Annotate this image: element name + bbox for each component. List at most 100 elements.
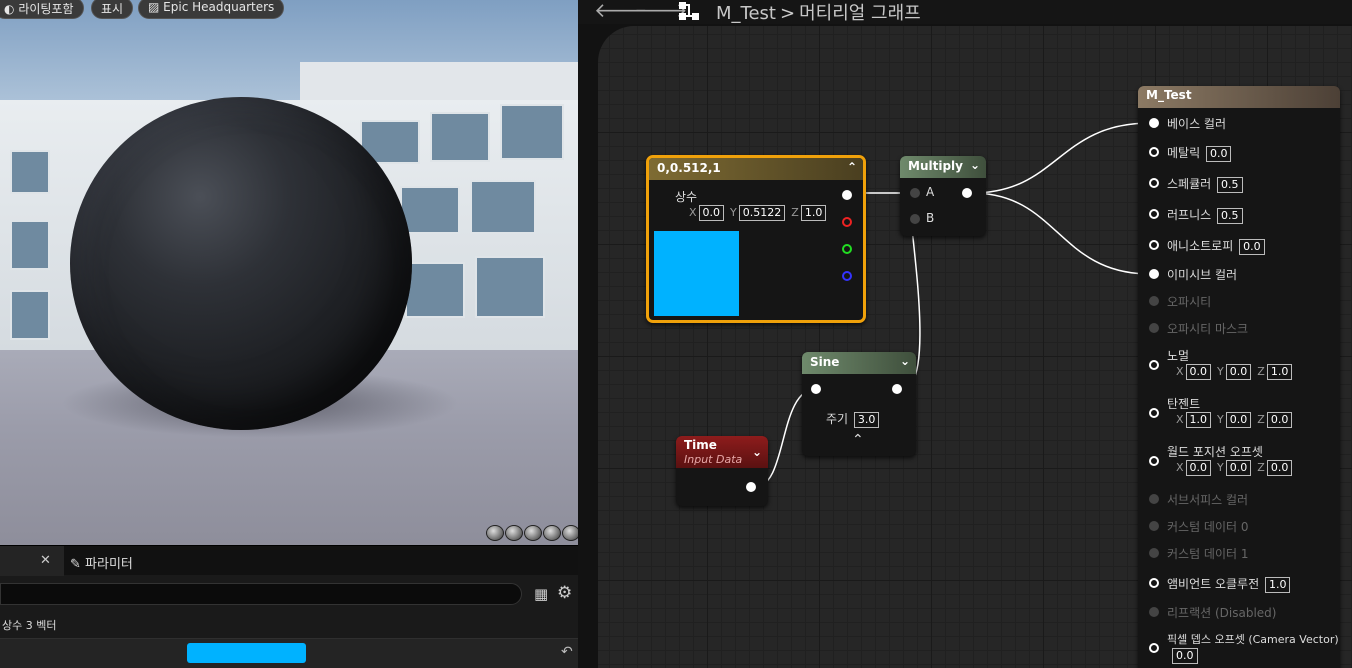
roughness-field[interactable]: 0.5 <box>1217 208 1243 224</box>
normal-y-field[interactable]: 0.0 <box>1225 364 1252 380</box>
metallic-field[interactable]: 0.0 <box>1205 146 1232 162</box>
editor-root: ◐ 라이팅포함 표시 ▨ Epic Headquarters ✕ ✎ 파라미터 … <box>0 0 1352 668</box>
pin-normal[interactable] <box>1149 360 1159 370</box>
preview-shape-toolbar <box>486 525 578 543</box>
pin-metallic[interactable] <box>1149 147 1159 157</box>
label-pixel-depth-offset: 픽셀 뎁스 오프셋 (Camera Vector) <box>1167 633 1339 646</box>
details-search-input[interactable] <box>0 583 522 605</box>
pin-base-color[interactable] <box>1149 118 1159 128</box>
output-pin-g[interactable] <box>842 244 852 254</box>
tangent-x-field[interactable]: 1.0 <box>1185 412 1212 428</box>
brush-icon: ✎ <box>70 557 81 572</box>
pin-specular[interactable] <box>1149 178 1159 188</box>
anisotropy-field[interactable]: 0.0 <box>1239 239 1265 255</box>
constant3vector-node[interactable]: 0,0.512,1 ⌃ 상수 X 0.0 Y 0.5122 Z 1.0 <box>646 155 866 323</box>
teapot-shape-icon[interactable] <box>562 525 578 541</box>
normal-x-field[interactable]: 0.0 <box>1185 364 1212 380</box>
label-anisotropy: 애니소트로피 <box>1167 239 1234 253</box>
label-emissive: 이미시브 컬러 <box>1167 268 1238 282</box>
row-specular: 스페큘러 0.5 <box>1167 175 1243 193</box>
wpo-y-field[interactable]: 0.0 <box>1225 460 1252 476</box>
sphere-shape-icon[interactable] <box>505 525 523 541</box>
pin-refraction[interactable] <box>1149 607 1159 617</box>
cube-shape-icon[interactable] <box>543 525 561 541</box>
details-tab[interactable]: ✕ <box>0 546 64 576</box>
pin-anisotropy[interactable] <box>1149 240 1159 250</box>
row-ao: 앰비언트 오클루전 1.0 <box>1167 575 1291 593</box>
lighting-button-label: 라이팅포함 <box>18 2 74 16</box>
pin-roughness[interactable] <box>1149 209 1159 219</box>
label-subsurface: 서브서피스 컬러 <box>1167 493 1249 507</box>
output-pin-rgb[interactable] <box>842 190 852 200</box>
pin-subsurface[interactable] <box>1149 494 1159 504</box>
breadcrumb: M_Test > 머티리얼 그래프 <box>716 0 921 25</box>
multiply-node[interactable]: Multiply ⌄ A B <box>900 156 986 236</box>
ao-field[interactable]: 1.0 <box>1264 577 1291 593</box>
output-pin[interactable] <box>746 482 756 492</box>
node-header: Sine ⌄ <box>802 352 916 374</box>
pin-ambient-occlusion[interactable] <box>1149 578 1159 588</box>
material-result-node[interactable]: M_Test 베이스 컬러 메탈릭 0.0 스페큘러 0.5 러프니스 0.5 … <box>1138 86 1340 668</box>
input-pin-b[interactable] <box>910 214 920 224</box>
pin-opacity-mask[interactable] <box>1149 323 1159 333</box>
pin-world-position-offset[interactable] <box>1149 456 1159 466</box>
chevron-up-icon[interactable]: ⌃ <box>852 432 864 448</box>
gear-icon[interactable]: ⚙ <box>557 583 572 603</box>
tangent-z-field[interactable]: 0.0 <box>1266 412 1293 428</box>
table-view-icon[interactable]: ▦ <box>534 585 548 603</box>
cylinder-shape-icon[interactable] <box>486 525 504 541</box>
chevron-down-icon[interactable]: ⌄ <box>900 354 910 368</box>
chevron-up-icon[interactable]: ⌃ <box>847 160 857 174</box>
details-tab-bar: ✕ ✎ 파라미터 <box>0 545 578 576</box>
details-panel: ✕ ✎ 파라미터 ▦ ⚙ 상수 3 벡터 ↶ <box>0 545 578 668</box>
pin-custom1[interactable] <box>1149 548 1159 558</box>
color-swatch[interactable] <box>187 643 306 663</box>
input-pin-a[interactable] <box>910 188 920 198</box>
label-ao: 앰비언트 오클루전 <box>1167 577 1260 591</box>
lighting-button[interactable]: ◐ 라이팅포함 <box>0 0 84 19</box>
wpo-x-field[interactable]: 0.0 <box>1185 460 1212 476</box>
close-icon[interactable]: ✕ <box>40 553 51 568</box>
pin-tangent[interactable] <box>1149 408 1159 418</box>
time-node[interactable]: Time Input Data ⌄ <box>676 436 768 506</box>
chevron-down-icon[interactable]: ⌄ <box>970 158 980 172</box>
const-values: X 0.0 Y 0.5122 Z 1.0 <box>683 205 827 221</box>
row-anisotropy: 애니소트로피 0.0 <box>1167 237 1265 255</box>
specular-field[interactable]: 0.5 <box>1217 177 1243 193</box>
y-value-field[interactable]: 0.5122 <box>738 205 786 221</box>
pdo-field[interactable]: 0.0 <box>1172 648 1198 664</box>
row-roughness: 러프니스 0.5 <box>1167 206 1243 224</box>
input-pin[interactable] <box>811 384 821 394</box>
output-pin[interactable] <box>892 384 902 394</box>
chevron-down-icon[interactable]: ⌄ <box>752 445 762 459</box>
tangent-y-field[interactable]: 0.0 <box>1225 412 1252 428</box>
pin-opacity[interactable] <box>1149 296 1159 306</box>
period-row: 주기 3.0 <box>826 410 880 428</box>
period-field[interactable]: 3.0 <box>853 412 880 428</box>
breadcrumb-current: 머티리얼 그래프 <box>799 3 921 24</box>
environment-button-label: Epic Headquarters <box>163 0 275 14</box>
x-value-field[interactable]: 0.0 <box>698 205 725 221</box>
breadcrumb-root[interactable]: M_Test <box>716 3 776 24</box>
label-world-position-offset: 월드 포지션 오프셋 <box>1167 445 1263 459</box>
row-tangent-values: X 1.0 Y 0.0 Z 0.0 <box>1170 412 1293 428</box>
show-button[interactable]: 표시 <box>91 0 134 19</box>
output-pin[interactable] <box>962 188 972 198</box>
environment-button[interactable]: ▨ Epic Headquarters <box>138 0 285 19</box>
reset-icon[interactable]: ↶ <box>561 644 573 660</box>
tab-parameters[interactable]: ✎ 파라미터 <box>70 553 133 572</box>
plane-shape-icon[interactable] <box>524 525 542 541</box>
preview-viewport[interactable]: ◐ 라이팅포함 표시 ▨ Epic Headquarters <box>0 0 578 545</box>
building-window <box>430 112 490 162</box>
label-opacity: 오파시티 <box>1167 295 1212 309</box>
output-pin-r[interactable] <box>842 217 852 227</box>
normal-z-field[interactable]: 1.0 <box>1266 364 1293 380</box>
wpo-z-field[interactable]: 0.0 <box>1266 460 1293 476</box>
output-pin-b[interactable] <box>842 271 852 281</box>
pin-custom0[interactable] <box>1149 521 1159 531</box>
z-value-field[interactable]: 1.0 <box>800 205 827 221</box>
sine-node[interactable]: Sine ⌄ 주기 3.0 ⌃ <box>802 352 916 456</box>
material-graph[interactable]: 🡐 🡒 M_Test > 머티리얼 그래프 0,0.512,1 ⌃ 상수 X 0.0 Y 0… <box>578 0 1352 668</box>
pin-pixel-depth-offset[interactable] <box>1149 643 1159 653</box>
pin-emissive[interactable] <box>1149 269 1159 279</box>
